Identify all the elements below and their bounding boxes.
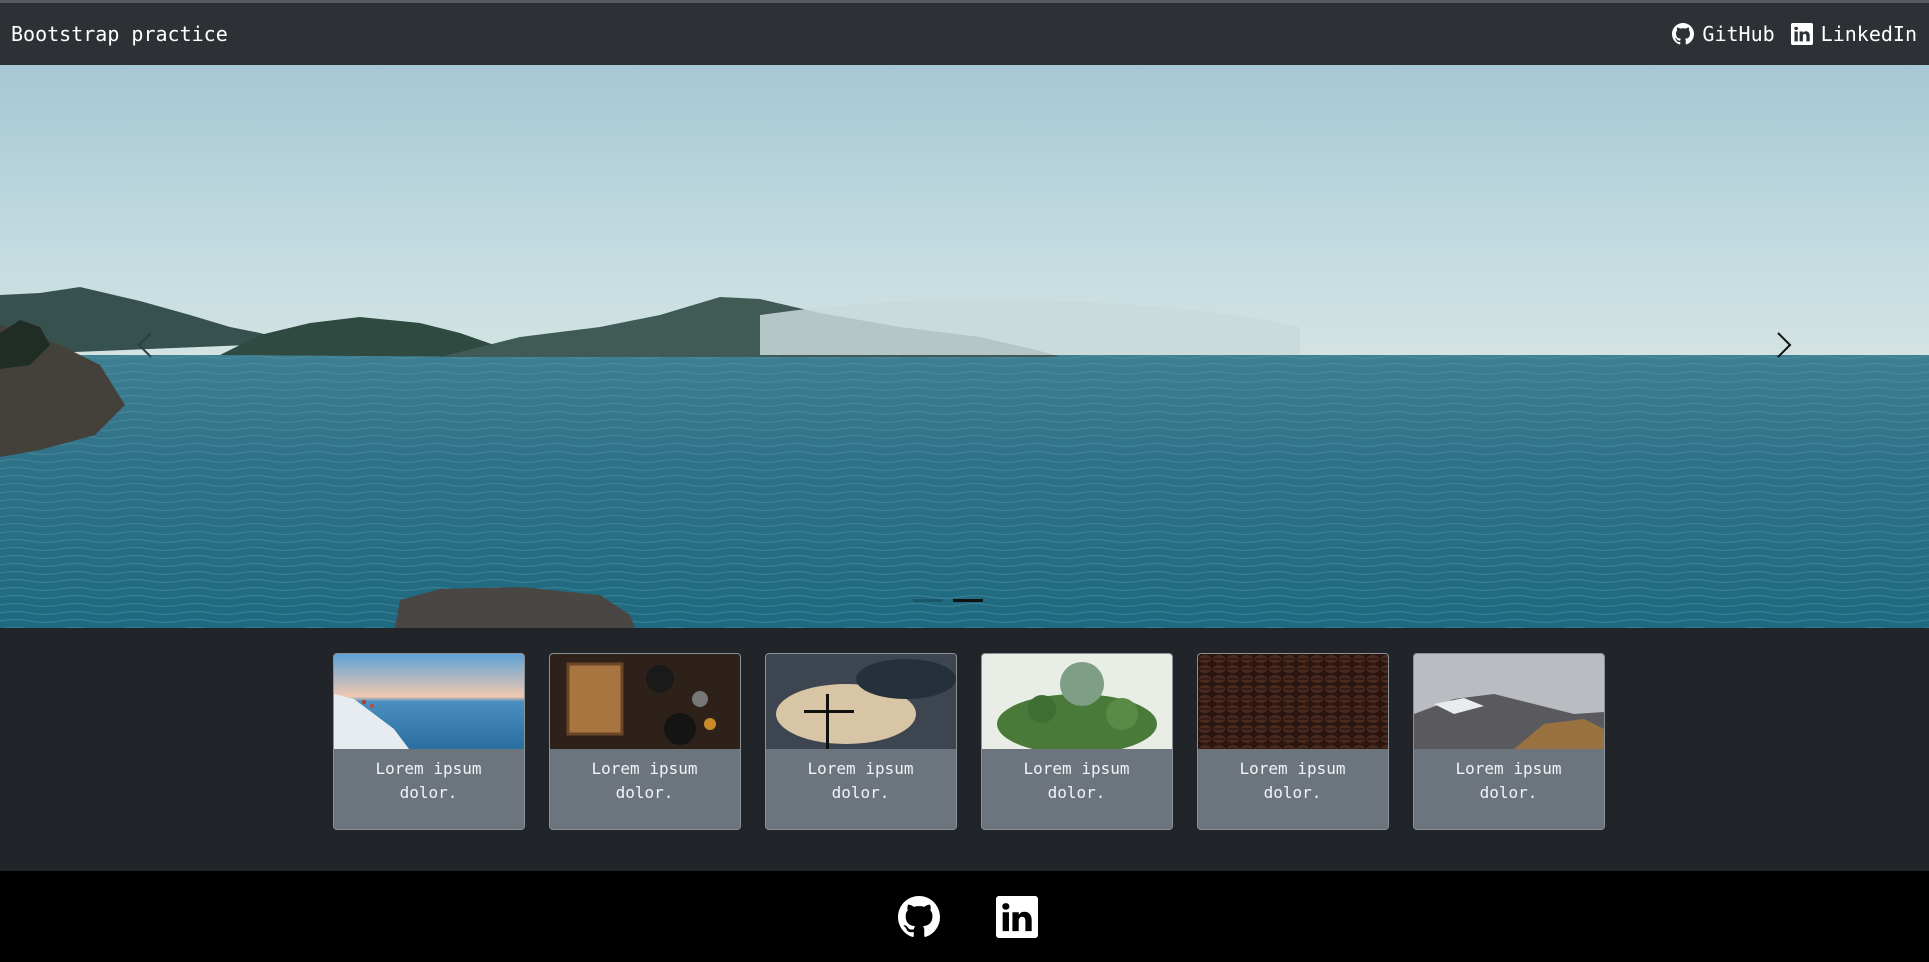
- card[interactable]: Lorem ipsum dolor.: [1412, 653, 1605, 830]
- card-text: Lorem ipsum dolor.: [1239, 759, 1346, 802]
- card-image: [765, 654, 956, 749]
- nav-link-github-label: GitHub: [1702, 22, 1775, 46]
- card[interactable]: Lorem ipsum dolor.: [548, 653, 741, 830]
- card-image: [1413, 654, 1604, 749]
- github-icon: [1672, 23, 1695, 45]
- navbar: Bootstrap practice GitHub LinkedIn: [0, 3, 1929, 65]
- card-text: Lorem ipsum dolor.: [591, 759, 698, 802]
- navbar-links: GitHub LinkedIn: [1672, 22, 1917, 46]
- carousel-indicators: [0, 599, 1929, 602]
- carousel-prev-button[interactable]: [115, 315, 175, 375]
- card[interactable]: Lorem ipsum dolor.: [764, 653, 957, 830]
- chevron-left-icon: [137, 332, 152, 358]
- card-text: Lorem ipsum dolor.: [807, 759, 914, 802]
- card-image: [333, 654, 524, 749]
- card-text: Lorem ipsum dolor.: [1455, 759, 1562, 802]
- nav-link-linkedin-label: LinkedIn: [1820, 22, 1917, 46]
- nav-link-linkedin[interactable]: LinkedIn: [1790, 22, 1917, 46]
- card[interactable]: Lorem ipsum dolor.: [1196, 653, 1389, 830]
- github-icon: [897, 895, 940, 937]
- footer: [0, 871, 1929, 962]
- carousel-indicator[interactable]: [912, 599, 943, 602]
- footer-github-link[interactable]: [897, 895, 940, 938]
- card[interactable]: Lorem ipsum dolor.: [980, 653, 1173, 830]
- carousel-slide-image: [0, 65, 1929, 628]
- image-carousel: [0, 65, 1929, 628]
- card-row: Lorem ipsum dolor. Lorem ipsum dolor. Lo…: [0, 628, 1929, 871]
- card-image: [1197, 654, 1388, 749]
- linkedin-icon: [1790, 23, 1813, 45]
- chevron-right-icon: [1777, 332, 1792, 358]
- card-image: [981, 654, 1172, 749]
- carousel-indicator-active[interactable]: [952, 599, 983, 602]
- navbar-brand[interactable]: Bootstrap practice: [11, 22, 228, 46]
- nav-link-github[interactable]: GitHub: [1672, 22, 1775, 46]
- footer-linkedin-link[interactable]: [995, 895, 1038, 938]
- card-text: Lorem ipsum dolor.: [1023, 759, 1130, 802]
- card-text: Lorem ipsum dolor.: [375, 759, 482, 802]
- card[interactable]: Lorem ipsum dolor.: [332, 653, 525, 830]
- card-image: [549, 654, 740, 749]
- linkedin-icon: [995, 895, 1038, 938]
- carousel-next-button[interactable]: [1754, 315, 1814, 375]
